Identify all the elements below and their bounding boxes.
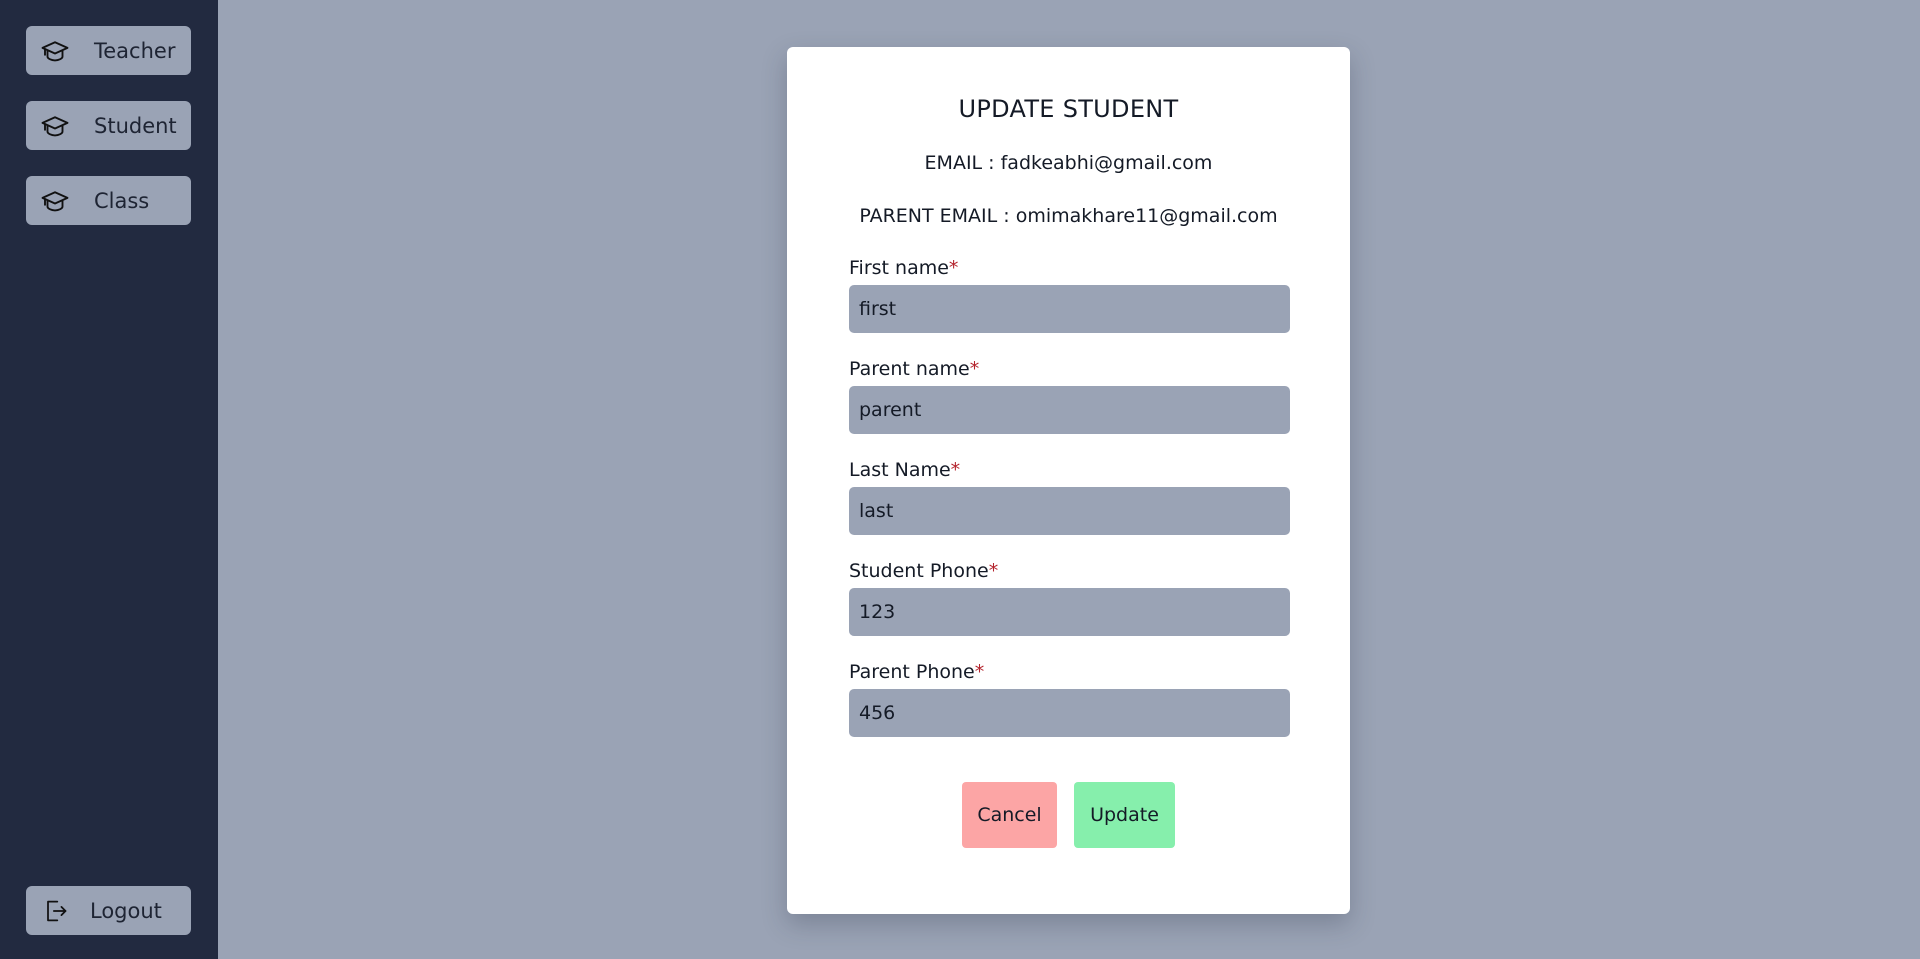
update-student-modal: UPDATE STUDENT EMAIL : fadkeabhi@gmail.c… (787, 47, 1350, 914)
sidebar: Teacher Student Class Logout (0, 0, 218, 959)
sidebar-item-student[interactable]: Student (26, 101, 191, 150)
parent-phone-label: Parent Phone* (849, 661, 985, 683)
required-mark: * (974, 661, 985, 683)
logout-button[interactable]: Logout (26, 886, 191, 935)
sidebar-item-teacher[interactable]: Teacher (26, 26, 191, 75)
parent-email: PARENT EMAIL : omimakhare11@gmail.com (859, 205, 1278, 227)
update-button[interactable]: Update (1074, 782, 1175, 848)
sidebar-item-label: Class (94, 188, 150, 213)
cancel-button[interactable]: Cancel (962, 782, 1057, 848)
student-phone-label: Student Phone* (849, 560, 999, 582)
logout-icon (39, 895, 71, 927)
last-name-label: Last Name* (849, 459, 961, 481)
required-mark: * (950, 459, 961, 481)
student-email: EMAIL : fadkeabhi@gmail.com (924, 152, 1213, 174)
graduation-cap-icon (39, 110, 71, 142)
parent-name-input[interactable] (849, 386, 1290, 434)
last-name-input[interactable] (849, 487, 1290, 535)
student-phone-input[interactable] (849, 588, 1290, 636)
sidebar-item-class[interactable]: Class (26, 176, 191, 225)
graduation-cap-icon (39, 185, 71, 217)
parent-phone-input[interactable] (849, 689, 1290, 737)
parent-name-label: Parent name* (849, 358, 980, 380)
logout-label: Logout (90, 898, 162, 923)
required-mark: * (948, 257, 959, 279)
required-mark: * (969, 358, 980, 380)
first-name-input[interactable] (849, 285, 1290, 333)
graduation-cap-icon (39, 35, 71, 67)
first-name-label: First name* (849, 257, 959, 279)
sidebar-item-label: Student (94, 113, 177, 138)
modal-title: UPDATE STUDENT (958, 95, 1179, 123)
sidebar-item-label: Teacher (94, 38, 176, 63)
required-mark: * (988, 560, 999, 582)
